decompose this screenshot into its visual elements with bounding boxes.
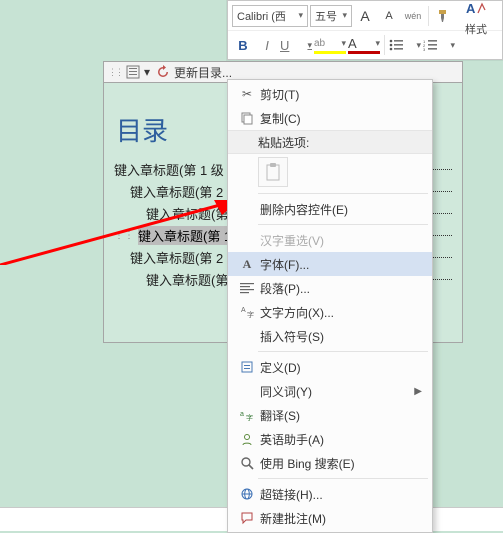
- paragraph-icon: [234, 282, 260, 294]
- ctx-hanzi-reselect: 汉字重选(V): [228, 228, 432, 252]
- svg-text:字: 字: [247, 310, 254, 319]
- assistant-icon: [234, 432, 260, 446]
- ctx-paragraph[interactable]: 段落(P)...: [228, 276, 432, 300]
- shrink-font-button[interactable]: A: [378, 5, 400, 27]
- copy-icon: [234, 111, 260, 125]
- paste-option-button[interactable]: [258, 157, 288, 187]
- ctx-define[interactable]: 定义(D): [228, 355, 432, 379]
- ctx-delete-content-control[interactable]: 删除内容控件(E): [228, 197, 432, 221]
- svg-text:A: A: [241, 307, 246, 314]
- svg-text:字: 字: [246, 413, 253, 422]
- ctx-bing-search[interactable]: 使用 Bing 搜索(E): [228, 451, 432, 475]
- font-name-value: Calibri (西: [237, 8, 286, 24]
- clipboard-icon: [265, 163, 281, 181]
- grip-icon: ⋮⋮: [108, 67, 122, 78]
- styles-icon: A: [466, 0, 486, 18]
- hyperlink-icon: [234, 487, 260, 501]
- ctx-font[interactable]: A 字体(F)...: [228, 252, 432, 276]
- svg-text:a: a: [240, 411, 244, 418]
- styles-button[interactable]: A 样式: [459, 0, 493, 41]
- refresh-icon: [156, 65, 170, 79]
- ctx-english-assistant[interactable]: 英语助手(A): [228, 427, 432, 451]
- cut-icon: ✂: [234, 87, 260, 101]
- bullets-button[interactable]: ▾: [389, 34, 421, 56]
- font-size-value: 五号: [315, 8, 337, 24]
- highlight-button[interactable]: ab▾: [314, 36, 346, 54]
- grip-icon: ⋮⋮: [114, 230, 134, 241]
- ctx-paste-header: 粘贴选项:: [228, 130, 432, 154]
- search-icon: [234, 456, 260, 470]
- numbering-button[interactable]: 123▾: [423, 34, 455, 56]
- format-painter-button[interactable]: [433, 5, 455, 27]
- font-icon: A: [234, 257, 260, 272]
- context-menu: ✂ 剪切(T) 复制(C) 粘贴选项: 删除内容控件(E) 汉字重选(V) A …: [227, 79, 433, 533]
- toc-icon: [126, 65, 140, 79]
- ctx-paste-options: [228, 154, 432, 190]
- grow-font-button[interactable]: A: [354, 5, 376, 27]
- ctx-new-comment[interactable]: 新建批注(M): [228, 506, 432, 530]
- submenu-arrow-icon: ▶: [414, 386, 422, 397]
- define-icon: [234, 360, 260, 374]
- text-direction-icon: A字: [234, 305, 260, 319]
- bold-button[interactable]: B: [232, 34, 254, 56]
- translate-icon: a字: [234, 408, 260, 422]
- format-painter-icon: [436, 8, 452, 24]
- ctx-synonym[interactable]: 同义词(Y) ▶: [228, 379, 432, 403]
- ctx-insert-symbol[interactable]: 插入符号(S): [228, 324, 432, 348]
- svg-text:A: A: [466, 1, 476, 16]
- numbering-icon: 123: [423, 39, 437, 51]
- phonetic-guide-button[interactable]: wén: [402, 5, 424, 27]
- ctx-copy[interactable]: 复制(C): [228, 106, 432, 130]
- mini-toolbar: Calibri (西▾ 五号▾ A A wén A 样式 B I U▾ ab▾ …: [227, 0, 503, 60]
- ctx-hyperlink[interactable]: 超链接(H)...: [228, 482, 432, 506]
- font-name-select[interactable]: Calibri (西▾: [232, 5, 308, 27]
- ctx-text-direction[interactable]: A字 文字方向(X)...: [228, 300, 432, 324]
- svg-text:3: 3: [423, 47, 426, 51]
- underline-button[interactable]: U▾: [280, 34, 312, 56]
- font-size-select[interactable]: 五号▾: [310, 5, 352, 27]
- update-toc-label: 更新目录...: [174, 64, 232, 81]
- comment-icon: [234, 511, 260, 525]
- ctx-translate[interactable]: a字 翻译(S): [228, 403, 432, 427]
- italic-button[interactable]: I: [256, 34, 278, 56]
- styles-label: 样式: [465, 21, 487, 37]
- ctx-cut[interactable]: ✂ 剪切(T): [228, 82, 432, 106]
- font-color-button[interactable]: A▾: [348, 36, 380, 54]
- bullets-icon: [389, 39, 403, 51]
